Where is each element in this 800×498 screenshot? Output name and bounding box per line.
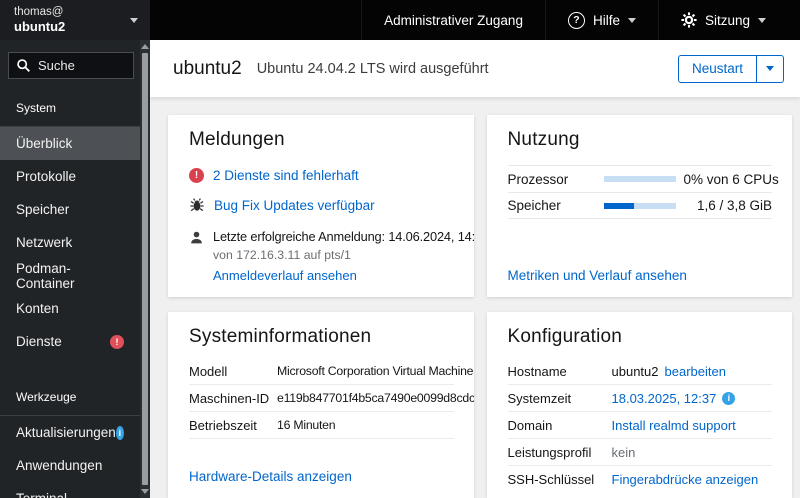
cpu-usage-value: 0% von 6 CPUs — [683, 171, 779, 187]
last-login-block: Letzte erfolgreiche Anmeldung: 14.06.202… — [189, 229, 474, 285]
gear-icon — [681, 12, 697, 28]
card-nutzung: Nutzung Prozessor 0% von 6 CPUs Speicher… — [486, 115, 792, 297]
sysinfo-row-maschinen-id: Maschinen-ID e119b847701f4b5ca7490e0099d… — [189, 385, 474, 412]
hardware-details-link[interactable]: Hardware-Details anzeigen — [189, 469, 454, 484]
memory-label: Speicher — [507, 198, 561, 213]
install-realmd-link[interactable]: Install realmd support — [612, 418, 736, 433]
memory-progress-bar — [603, 202, 676, 209]
username-text: thomas@ — [14, 5, 64, 18]
page-header: ubuntu2 Ubuntu 24.04.2 LTS wird ausgefüh… — [150, 40, 800, 97]
last-login-text: Letzte erfolgreiche Anmeldung: 14.06.202… — [213, 229, 474, 285]
konfig-row-hostname: Hostname ubuntu2 bearbeiten — [507, 358, 772, 385]
scrollbar-thumb[interactable] — [142, 53, 148, 485]
nav-section-system: System — [16, 101, 57, 115]
bug-icon — [189, 197, 205, 213]
sidebar-item-protokolle[interactable]: Protokolle — [0, 160, 140, 193]
memory-usage-value: 1,6 / 3,8 GiB — [696, 198, 772, 213]
scroll-up-icon[interactable] — [141, 44, 149, 49]
session-menu-button[interactable]: Sitzung — [657, 0, 788, 40]
card-meldungen: Meldungen ! 2 Dienste sind fehlerhaft Bu… — [168, 115, 474, 297]
sidebar-item-podman-container[interactable]: Podman-Container — [0, 259, 140, 292]
info-icon: i — [722, 391, 736, 405]
sidebar-item-speicher[interactable]: Speicher — [0, 193, 140, 226]
hostname-value: ubuntu2 — [611, 363, 659, 379]
alert-bugfix-updates: Bug Fix Updates verfügbar — [189, 197, 454, 213]
hostname-text: ubuntu2 — [14, 19, 66, 35]
masthead: thomas@ ubuntu2 Administrativer Zugang ?… — [0, 0, 800, 40]
sidebar-item-anwendungen[interactable]: Anwendungen — [0, 449, 140, 482]
search-icon — [17, 59, 30, 72]
error-icon: ! — [189, 168, 204, 183]
overview-content: Meldungen ! 2 Dienste sind fehlerhaft Bu… — [150, 97, 800, 498]
alert-failed-services: ! 2 Dienste sind fehlerhaft — [189, 168, 454, 183]
scroll-down-icon[interactable] — [141, 489, 149, 494]
metrics-history-link[interactable]: Metriken und Verlauf ansehen — [508, 268, 773, 283]
sidebar-scrollbar[interactable] — [140, 40, 150, 498]
failed-services-link[interactable]: 2 Dienste sind fehlerhaft — [213, 168, 359, 183]
chevron-down-icon — [130, 17, 138, 23]
chevron-down-icon — [627, 17, 636, 23]
host-switcher[interactable]: thomas@ ubuntu2 — [0, 0, 150, 40]
uptime-value: 16 Minuten — [277, 418, 336, 432]
restart-split-button: Neustart — [677, 54, 784, 83]
card-systeminformationen: Systeminformationen Modell Microsoft Cor… — [168, 312, 474, 498]
system-time-link[interactable]: 18.03.2025, 12:37 — [612, 391, 717, 406]
page-title: ubuntu2 — [173, 57, 242, 79]
info-badge-icon: i — [115, 425, 124, 440]
konfig-row-leistungsprofil: Leistungsprofil kein — [507, 439, 772, 466]
sysinfo-row-modell: Modell Microsoft Corporation Virtual Mac… — [189, 358, 474, 385]
os-status-text: Ubuntu 24.04.2 LTS wird ausgeführt — [256, 60, 489, 77]
cpu-label: Prozessor — [507, 171, 569, 187]
error-badge-icon: ! — [110, 334, 124, 349]
sidebar-item-aktualisierungen[interactable]: Aktualisierungen i — [0, 416, 140, 449]
session-label: Sitzung — [704, 12, 750, 28]
restart-dropdown-toggle[interactable] — [757, 54, 784, 83]
model-value: Microsoft Corporation Virtual Machine — [277, 364, 474, 378]
last-login-origin: von 172.16.3.11 auf pts/1 — [213, 248, 351, 262]
user-icon — [189, 230, 204, 285]
help-menu-button[interactable]: ? Hilfe — [544, 0, 658, 40]
nav-section-werkzeuge: Werkzeuge — [16, 390, 77, 404]
sidebar-item-dienste[interactable]: Dienste ! — [0, 325, 140, 358]
bugfix-updates-link[interactable]: Bug Fix Updates verfügbar — [214, 198, 375, 213]
chevron-down-icon — [758, 17, 766, 23]
usage-row-cpu: Prozessor 0% von 6 CPUs — [507, 165, 779, 192]
sidebar: System Überblick Protokolle Speicher Net… — [0, 40, 150, 498]
admin-access-label: Administrativer Zugang — [384, 12, 523, 28]
sidebar-search — [8, 52, 134, 79]
admin-access-button[interactable]: Administrativer Zugang — [361, 0, 545, 40]
sidebar-item-konten[interactable]: Konten — [0, 292, 140, 325]
card-title-meldungen: Meldungen — [189, 129, 285, 150]
sidebar-item-terminal[interactable]: Terminal — [0, 482, 140, 498]
konfig-row-systemzeit: Systemzeit 18.03.2025, 12:37 i — [507, 385, 772, 412]
card-title-systeminformationen: Systeminformationen — [189, 326, 372, 347]
sidebar-item-ueberblick[interactable]: Überblick — [0, 127, 140, 160]
host-switcher-label: thomas@ ubuntu2 — [14, 5, 130, 36]
help-label: Hilfe — [592, 12, 620, 28]
performance-profile-value: kein — [611, 444, 636, 460]
konfig-row-domain: Domain Install realmd support — [507, 412, 772, 439]
last-login-line: Letzte erfolgreiche Anmeldung: 14.06.202… — [213, 229, 474, 244]
edit-hostname-link[interactable]: bearbeiten — [665, 364, 726, 379]
login-history-link[interactable]: Anmeldeverlauf ansehen — [213, 268, 357, 283]
restart-button[interactable]: Neustart — [677, 54, 757, 83]
usage-row-memory: Speicher 1,6 / 3,8 GiB — [507, 192, 772, 219]
konfig-row-ssh: SSH-Schlüssel Fingerabdrücke anzeigen — [507, 472, 759, 487]
ssh-fingerprints-link[interactable]: Fingerabdrücke anzeigen — [612, 472, 759, 487]
machine-id-value: e119b847701f4b5ca7490e0099d8cdc7 — [277, 391, 474, 405]
chevron-down-icon — [766, 66, 774, 71]
card-title-nutzung: Nutzung — [507, 129, 580, 150]
masthead-actions: Administrativer Zugang ? Hilfe Sitzung — [361, 0, 800, 40]
usage-table: Prozessor 0% von 6 CPUs Speicher 1,6 / 3… — [507, 165, 779, 219]
help-icon: ? — [567, 11, 585, 29]
card-konfiguration: Konfiguration Hostname ubuntu2 bearbeite… — [486, 312, 792, 498]
sidebar-item-netzwerk[interactable]: Netzwerk — [0, 226, 140, 259]
cpu-progress-bar — [603, 176, 676, 182]
sysinfo-row-betriebszeit: Betriebszeit 16 Minuten — [189, 412, 454, 439]
card-title-konfiguration: Konfiguration — [507, 326, 623, 347]
